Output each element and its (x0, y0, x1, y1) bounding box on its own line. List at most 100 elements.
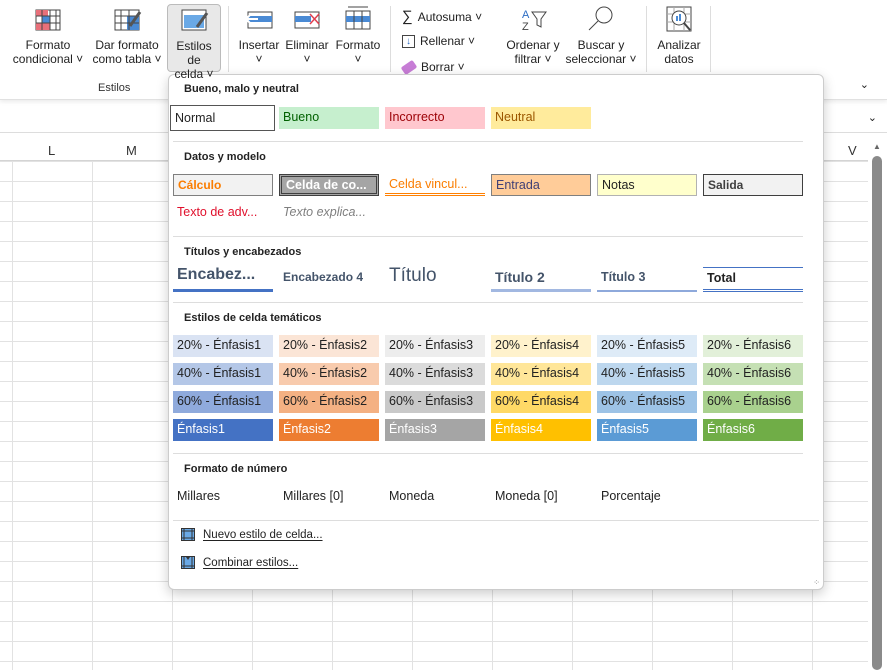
label: Formato (25, 38, 71, 52)
insert-cells-icon (245, 11, 273, 29)
style-note[interactable]: Notas (597, 174, 697, 196)
new-style-icon (181, 528, 195, 541)
scroll-up-icon[interactable]: ▲ (873, 142, 881, 151)
divider (173, 236, 803, 237)
fill-down-icon: ↓ (402, 34, 415, 48)
style-themed-60-accent2[interactable]: 60% - Énfasis2 (279, 391, 379, 413)
style-themed-40-accent1[interactable]: 40% - Énfasis1 (173, 363, 273, 385)
scrollbar-thumb[interactable] (872, 156, 882, 670)
vertical-scrollbar[interactable]: ▲ (871, 140, 883, 670)
style-output[interactable]: Salida (703, 174, 803, 196)
style-themed-accent3[interactable]: Énfasis3 (385, 419, 485, 441)
section-heading: Bueno, malo y neutral (184, 83, 299, 95)
insert-button[interactable]: Insertar ˅ (236, 4, 282, 66)
sigma-icon: ∑ (402, 8, 413, 25)
style-themed-40-accent5[interactable]: 40% - Énfasis5 (597, 363, 697, 385)
label: Estilos de (176, 39, 212, 67)
style-themed-60-accent3[interactable]: 60% - Énfasis3 (385, 391, 485, 413)
style-themed-40-accent3[interactable]: 40% - Énfasis3 (385, 363, 485, 385)
style-themed-accent5[interactable]: Énfasis5 (597, 419, 697, 441)
label: ˅ (303, 52, 311, 66)
style-heading-2[interactable]: Título 2 (491, 267, 591, 292)
style-themed-accent1[interactable]: Énfasis1 (173, 419, 273, 441)
format-as-table-button[interactable]: Dar formato como tabla ˅ (90, 4, 164, 66)
label: seleccionar ˅ (565, 52, 637, 66)
new-cell-style-menu-item[interactable]: Nuevo estilo de celda... (181, 528, 323, 541)
label: condicional ˅ (12, 52, 84, 66)
label: Eliminar (285, 38, 329, 52)
column-header-v[interactable]: V (848, 143, 857, 158)
label: como tabla ˅ (92, 52, 162, 66)
column-header-l[interactable]: L (48, 143, 55, 158)
fill-button[interactable]: ↓ Rellenar ˅ (402, 34, 475, 48)
find-select-button[interactable]: Buscar y seleccionar ˅ (564, 4, 638, 66)
style-themed-20-accent6[interactable]: 20% - Énfasis6 (703, 335, 803, 357)
style-themed-40-accent2[interactable]: 40% - Énfasis2 (279, 363, 379, 385)
style-themed-accent2[interactable]: Énfasis2 (279, 419, 379, 441)
style-currency[interactable]: Moneda (385, 486, 485, 508)
column-header-m[interactable]: M (126, 143, 137, 158)
style-total[interactable]: Total (703, 267, 803, 292)
style-themed-accent6[interactable]: Énfasis6 (703, 419, 803, 441)
merge-styles-menu-item[interactable]: Combinar estilos... (181, 556, 298, 569)
ribbon-collapse-chevron-icon[interactable]: ⌄ (860, 78, 869, 91)
style-themed-60-accent4[interactable]: 60% - Énfasis4 (491, 391, 591, 413)
style-themed-accent4[interactable]: Énfasis4 (491, 419, 591, 441)
clear-button[interactable]: Borrar ˅ (400, 59, 465, 75)
style-check-cell[interactable]: Celda de co... (279, 174, 379, 196)
resize-grip-icon[interactable]: ⁘ (813, 578, 820, 587)
format-button[interactable]: Formato ˅ (333, 4, 383, 66)
divider (173, 141, 803, 142)
style-themed-40-accent4[interactable]: 40% - Énfasis4 (491, 363, 591, 385)
style-explanatory-text[interactable]: Texto explica... (279, 202, 379, 224)
cell-styles-icon (181, 9, 209, 31)
eraser-icon (400, 59, 418, 75)
search-icon (588, 6, 613, 31)
delete-cells-icon (294, 11, 320, 29)
style-themed-20-accent2[interactable]: 20% - Énfasis2 (279, 335, 379, 357)
style-linked-cell[interactable]: Celda vincul... (385, 174, 485, 196)
style-title[interactable]: Título (385, 263, 485, 291)
style-comma[interactable]: Millares (173, 486, 273, 508)
chevron-down-icon[interactable]: ⌄ (868, 111, 877, 124)
cell-styles-button[interactable]: Estilos de celda ˅ (167, 4, 221, 81)
style-themed-20-accent3[interactable]: 20% - Énfasis3 (385, 335, 485, 357)
delete-button[interactable]: Eliminar ˅ (284, 4, 330, 66)
label: Ordenar y (506, 38, 560, 52)
sort-filter-button[interactable]: AZ Ordenar y filtrar ˅ (504, 4, 562, 66)
style-bad[interactable]: Incorrecto (385, 107, 485, 129)
style-themed-60-accent5[interactable]: 60% - Énfasis5 (597, 391, 697, 413)
style-themed-20-accent5[interactable]: 20% - Énfasis5 (597, 335, 697, 357)
conditional-format-button[interactable]: Formato condicional ˅ (8, 4, 88, 66)
label: Formato (335, 38, 381, 52)
style-currency-0[interactable]: Moneda [0] (491, 486, 591, 508)
format-table-icon (114, 9, 142, 31)
divider (710, 6, 711, 72)
style-heading-3[interactable]: Título 3 (597, 267, 697, 292)
divider (646, 6, 647, 72)
style-themed-40-accent6[interactable]: 40% - Énfasis6 (703, 363, 803, 385)
style-comma-0[interactable]: Millares [0] (279, 486, 379, 508)
style-themed-60-accent1[interactable]: 60% - Énfasis1 (173, 391, 273, 413)
label: Analizar (657, 38, 701, 52)
style-themed-60-accent6[interactable]: 60% - Énfasis6 (703, 391, 803, 413)
autosum-button[interactable]: ∑ Autosuma ˅ (402, 8, 482, 25)
style-good[interactable]: Bueno (279, 107, 379, 129)
style-heading-4[interactable]: Encabezado 4 (279, 267, 379, 292)
style-normal[interactable]: Normal (170, 105, 275, 131)
merge-styles-icon (181, 556, 195, 569)
analyze-data-button[interactable]: Analizar datos (652, 4, 706, 66)
label: Combinar estilos... (203, 556, 299, 569)
style-themed-20-accent4[interactable]: 20% - Énfasis4 (491, 335, 591, 357)
label: Dar formato (95, 38, 159, 52)
style-percent[interactable]: Porcentaje (597, 486, 697, 508)
style-themed-20-accent1[interactable]: 20% - Énfasis1 (173, 335, 273, 357)
style-calculation[interactable]: Cálculo (173, 174, 273, 196)
style-warning-text[interactable]: Texto de adv... (173, 202, 273, 224)
section-heading: Estilos de celda temáticos (184, 312, 322, 324)
label: celda ˅ (174, 67, 214, 81)
style-neutral[interactable]: Neutral (491, 107, 591, 129)
label: datos (664, 52, 694, 66)
style-heading-1[interactable]: Encabez... (173, 265, 273, 292)
style-input[interactable]: Entrada (491, 174, 591, 196)
